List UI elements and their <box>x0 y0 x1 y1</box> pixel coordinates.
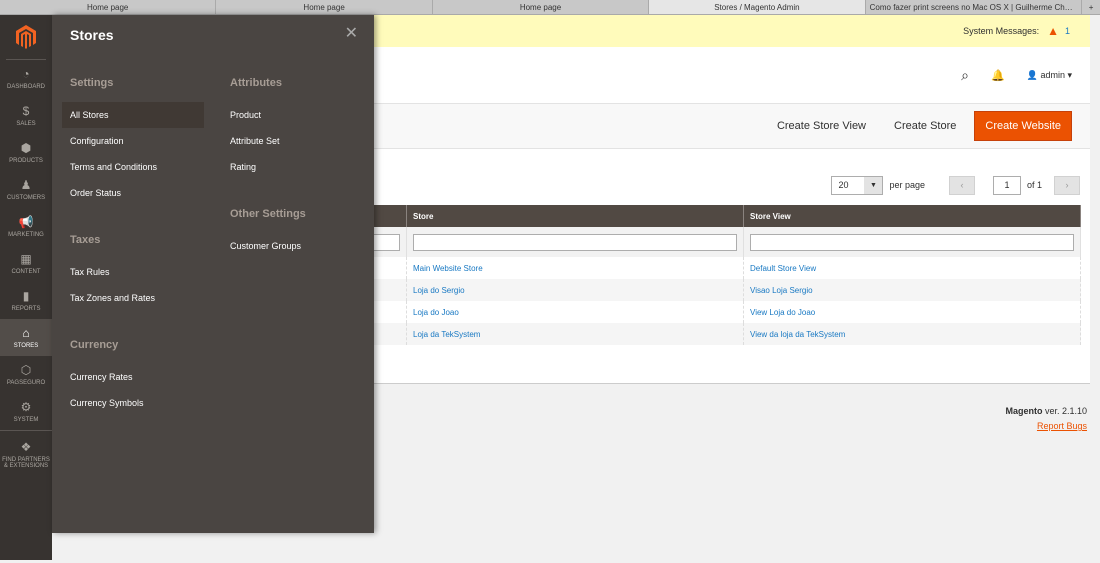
nav-item-reports[interactable]: ▮ Reports <box>0 282 52 319</box>
menu-item-currency-rates[interactable]: Currency Rates <box>62 364 204 390</box>
browser-tab[interactable]: Home page <box>433 0 650 14</box>
nav-label: Stores <box>13 342 39 349</box>
menu-item-all-stores[interactable]: All Stores <box>62 102 204 128</box>
store-filter-input[interactable] <box>413 233 737 251</box>
nav-label: Products <box>9 157 43 164</box>
nav-item-customers[interactable]: ♟ Customers <box>0 171 52 208</box>
products-icon: ⬢ <box>20 140 32 155</box>
create-website-button[interactable]: Create Website <box>974 111 1072 141</box>
marketing-icon: 📢 <box>18 214 34 229</box>
table-cell-link[interactable]: Default Store View <box>744 257 1081 279</box>
system-messages-label: System Messages: <box>963 26 1040 36</box>
column-header-store-view[interactable]: Store View <box>744 205 1081 227</box>
search-icon[interactable]: ⌕ <box>961 67 969 84</box>
user-icon: 👤 <box>1026 69 1038 80</box>
menu-item-attribute-set[interactable]: Attribute Set <box>222 128 362 154</box>
table-cell-link[interactable]: View da loja da TekSystem <box>744 323 1081 345</box>
nav-label: System <box>13 416 39 423</box>
menu-item-customer-groups[interactable]: Customer Groups <box>222 233 362 259</box>
per-page-select[interactable]: 20 ▼ <box>831 175 884 195</box>
find-partners-extensions-icon: ❖ <box>20 439 32 454</box>
user-name: admin <box>1040 69 1065 80</box>
menu-item-currency-symbols[interactable]: Currency Symbols <box>62 390 204 416</box>
warning-icon: ▲ <box>1047 24 1059 38</box>
magento-brand: Magento <box>1005 406 1043 416</box>
menu-item-configuration[interactable]: Configuration <box>62 128 204 154</box>
content-icon: ▦ <box>20 251 32 266</box>
stores-icon: ⌂ <box>22 325 30 340</box>
column-header-store[interactable]: Store <box>407 205 744 227</box>
table-cell-link[interactable]: Main Website Store <box>407 257 744 279</box>
nav-item-pagseguro[interactable]: ⬡ PagSeguro <box>0 356 52 393</box>
browser-tab-bar: Home page Home page Home page Stores / M… <box>0 0 1100 15</box>
nav-item-products[interactable]: ⬢ Products <box>0 134 52 171</box>
previous-page-button[interactable]: ‹ <box>948 175 975 195</box>
table-cell-link[interactable]: Visao Loja Sergio <box>744 279 1081 301</box>
nav-item-system[interactable]: ⚙ System <box>0 393 52 430</box>
nav-label: Content <box>11 268 41 275</box>
browser-tab[interactable]: Home page <box>0 0 217 14</box>
version: ver. 2.1.10 <box>1042 406 1087 416</box>
pagseguro-icon: ⬡ <box>20 362 32 377</box>
dashboard-icon: ◔ <box>22 66 30 81</box>
table-cell-link[interactable]: Loja do Sergio <box>407 279 744 301</box>
nav-label: PagSeguro <box>6 379 46 386</box>
nav-label: Customers <box>6 194 46 201</box>
menu-group-title: Settings <box>70 77 114 89</box>
close-icon[interactable]: ✕ <box>345 23 358 43</box>
next-page-button[interactable]: › <box>1054 175 1080 195</box>
sales-icon: $ <box>22 103 30 118</box>
browser-tab[interactable]: Como fazer print screens no Mac OS X | G… <box>866 0 1083 14</box>
menu-group-title: Other Settings <box>230 208 306 220</box>
nav-item-dashboard[interactable]: ◔ Dashboard <box>0 60 52 97</box>
chevron-down-icon: ▼ <box>864 176 883 194</box>
menu-item-tax-zones-and-rates[interactable]: Tax Zones and Rates <box>62 285 204 311</box>
nav-label: Sales <box>16 120 36 127</box>
nav-item-stores[interactable]: ⌂ Stores <box>0 319 52 356</box>
menu-group-title: Attributes <box>230 77 282 89</box>
browser-tab-active[interactable]: Stores / Magento Admin <box>649 0 866 14</box>
nav-label: Reports <box>11 305 41 312</box>
menu-group-title: Taxes <box>70 234 101 246</box>
menu-item-terms-and-conditions[interactable]: Terms and Conditions <box>62 154 204 180</box>
stores-menu-panel: Stores ✕ Settings All Stores Configuration… <box>52 15 374 533</box>
per-page-label: per page <box>889 180 925 190</box>
nav-item-find-partners-extensions[interactable]: ❖ Find Partners & Extensions <box>0 430 52 478</box>
table-cell-link[interactable]: Loja do Joao <box>407 301 744 323</box>
nav-label: Dashboard <box>6 83 45 90</box>
nav-label: Marketing <box>8 231 44 238</box>
admin-sidebar: ◔ Dashboard $ Sales ⬢ Products ♟ Customers 📢 Mark… <box>0 15 52 560</box>
store-view-filter-input[interactable] <box>750 233 1074 251</box>
page-total: of 1 <box>1026 180 1042 190</box>
create-store-button[interactable]: Create Store <box>884 120 966 132</box>
table-cell-link[interactable]: View Loja do Joao <box>744 301 1081 323</box>
menu-item-rating[interactable]: Rating <box>222 154 362 180</box>
new-tab-button[interactable]: + <box>1082 0 1100 14</box>
page-input[interactable]: 1 <box>992 175 1021 195</box>
customers-icon: ♟ <box>20 177 32 192</box>
user-menu[interactable]: 👤 admin ▾ <box>1027 70 1072 81</box>
browser-tab[interactable]: Home page <box>216 0 433 14</box>
menu-item-product[interactable]: Product <box>222 102 362 128</box>
nav-item-marketing[interactable]: 📢 Marketing <box>0 208 52 245</box>
menu-group-title: Currency <box>70 339 119 351</box>
menu-item-order-status[interactable]: Order Status <box>62 180 204 206</box>
nav-item-sales[interactable]: $ Sales <box>0 97 52 134</box>
table-cell-link[interactable]: Loja da TekSystem <box>407 323 744 345</box>
system-messages-count[interactable]: 1 <box>1065 26 1070 36</box>
menu-item-tax-rules[interactable]: Tax Rules <box>62 259 204 285</box>
nav-label: Find Partners & Extensions <box>2 456 50 469</box>
per-page-value: 20 <box>838 179 849 190</box>
create-store-view-button[interactable]: Create Store View <box>767 120 876 132</box>
panel-title: Stores <box>70 27 114 43</box>
notifications-bell-icon[interactable]: 🔔 <box>991 69 1005 82</box>
nav-item-content[interactable]: ▦ Content <box>0 245 52 282</box>
reports-icon: ▮ <box>22 288 30 303</box>
magento-logo[interactable] <box>0 15 52 59</box>
system-icon: ⚙ <box>20 399 32 414</box>
